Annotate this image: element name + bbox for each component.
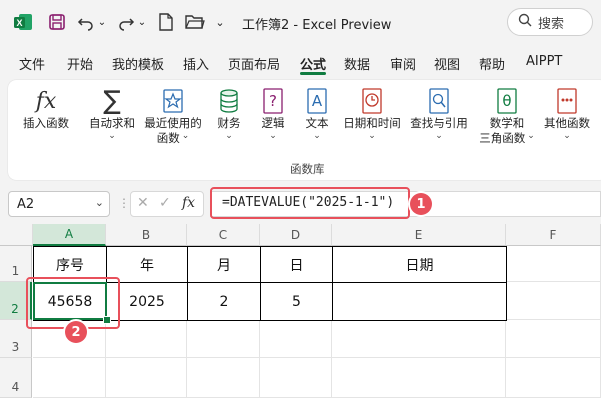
search-label: 搜索 xyxy=(538,16,565,32)
cell-d4[interactable] xyxy=(260,358,332,398)
redo-icon[interactable] xyxy=(116,11,136,33)
insert-function-button[interactable]: fx 插入函数 xyxy=(18,86,74,131)
cell-d3[interactable] xyxy=(260,320,332,358)
text-button[interactable]: A 文本 ⌄ xyxy=(300,86,334,141)
cell-c4[interactable] xyxy=(187,358,260,398)
column-header-f[interactable]: F xyxy=(506,224,601,246)
tab-review[interactable]: 审阅 xyxy=(390,54,416,73)
column-header-b[interactable]: B xyxy=(106,224,187,246)
select-all-corner[interactable] xyxy=(0,224,33,246)
cell-c2[interactable]: 2 xyxy=(187,282,261,321)
more-book-icon xyxy=(553,86,581,116)
active-tab-indicator xyxy=(300,72,326,75)
tab-insert[interactable]: 插入 xyxy=(183,54,209,73)
document-title: 工作簿2 - Excel Preview xyxy=(242,18,392,33)
cell-b4[interactable] xyxy=(106,358,187,398)
cell-e2[interactable] xyxy=(332,282,507,321)
database-icon xyxy=(215,86,243,116)
tab-home[interactable]: 开始 xyxy=(67,54,93,73)
name-box-chevron-icon[interactable]: ⌄ xyxy=(95,196,104,209)
tab-file[interactable]: 文件 xyxy=(19,54,45,73)
clock-book-icon xyxy=(358,86,386,116)
undo-icon[interactable] xyxy=(76,11,96,33)
customize-chevron-icon[interactable]: ⌄ xyxy=(212,11,228,33)
tab-my-templates[interactable]: 我的模板 xyxy=(112,54,164,73)
theta-book-icon: θ xyxy=(493,86,521,116)
cell-d2[interactable]: 5 xyxy=(260,282,333,321)
cell-f3[interactable] xyxy=(506,320,601,358)
cell-f4[interactable] xyxy=(506,358,601,398)
financial-button[interactable]: 财务 ⌄ xyxy=(212,86,246,141)
name-box[interactable]: A2 ⌄ xyxy=(8,191,110,217)
formula-bar-actions: ✕ ✓ fx xyxy=(130,191,204,217)
tab-page-layout[interactable]: 页面布局 xyxy=(228,54,280,73)
cell-e3[interactable] xyxy=(332,320,506,358)
sigma-icon: ∑ xyxy=(103,86,121,116)
column-header-e[interactable]: E xyxy=(332,224,506,246)
cell-e4[interactable] xyxy=(332,358,506,398)
tab-formulas[interactable]: 公式 xyxy=(300,54,326,73)
formulas-ribbon: fx 插入函数 ∑ 自动求和 ⌄ 最近使用的 函数 ⌄ 财务 ⌄ ? 逻辑 ⌄ A… xyxy=(8,80,601,180)
cell-f2[interactable] xyxy=(506,282,601,320)
column-header-c[interactable]: C xyxy=(187,224,260,246)
open-folder-icon[interactable] xyxy=(184,11,206,33)
tab-view[interactable]: 视图 xyxy=(434,54,460,73)
search-box[interactable]: 搜索 xyxy=(507,8,593,36)
recently-used-button[interactable]: 最近使用的 函数 ⌄ xyxy=(142,86,204,146)
cell-c3[interactable] xyxy=(187,320,260,358)
row-header-4[interactable]: 4 xyxy=(0,358,32,398)
undo-chevron-icon[interactable]: ⌄ xyxy=(97,11,107,33)
logical-button[interactable]: ? 逻辑 ⌄ xyxy=(256,86,290,141)
fx-icon: fx xyxy=(35,88,57,114)
cell-f1[interactable] xyxy=(506,246,601,282)
lookup-reference-button[interactable]: 查找与引用 ⌄ xyxy=(408,86,470,141)
title-bar: X ⌄ ⌄ ⌄ 工作簿2 - Excel Preview 搜索 xyxy=(0,0,601,44)
cell-c1-header[interactable]: 月 xyxy=(187,246,261,283)
column-header-a[interactable]: A xyxy=(33,224,106,246)
new-file-icon[interactable] xyxy=(156,11,176,33)
cell-e1-header[interactable]: 日期 xyxy=(332,246,507,283)
callout-1: 1 xyxy=(410,193,432,215)
save-icon[interactable] xyxy=(46,11,68,33)
date-time-button[interactable]: 日期和时间 ⌄ xyxy=(340,86,404,141)
cell-a4[interactable] xyxy=(33,358,106,398)
more-functions-button[interactable]: 其他函数 ⌄ xyxy=(540,86,594,141)
function-library-label: 函数库 xyxy=(290,162,325,176)
tab-data[interactable]: 数据 xyxy=(344,54,370,73)
insert-function-icon[interactable]: fx xyxy=(182,195,195,211)
cancel-icon[interactable]: ✕ xyxy=(137,195,149,211)
tab-help[interactable]: 帮助 xyxy=(479,54,505,73)
tab-aippt[interactable]: AIPPT xyxy=(526,54,562,69)
autosum-button[interactable]: ∑ 自动求和 ⌄ xyxy=(84,86,140,141)
math-trig-button[interactable]: θ 数学和 三角函数 ⌄ xyxy=(476,86,538,146)
text-book-icon: A xyxy=(303,86,331,116)
star-icon xyxy=(159,86,187,116)
redo-chevron-icon[interactable]: ⌄ xyxy=(137,11,147,33)
excel-logo-icon: X xyxy=(12,11,34,33)
svg-text:A: A xyxy=(312,92,323,110)
callout-2: 2 xyxy=(65,321,87,343)
column-header-d[interactable]: D xyxy=(260,224,332,246)
name-box-value: A2 xyxy=(17,196,35,212)
svg-text:?: ? xyxy=(269,92,277,110)
enter-icon[interactable]: ✓ xyxy=(159,195,171,211)
magnifier-book-icon xyxy=(425,86,453,116)
svg-text:θ: θ xyxy=(502,92,511,110)
svg-text:X: X xyxy=(16,18,22,28)
formula-highlight xyxy=(210,187,410,219)
search-icon xyxy=(518,13,532,31)
formula-bar-grip-icon: ⋮ xyxy=(118,196,130,210)
cell-d1-header[interactable]: 日 xyxy=(260,246,333,283)
question-book-icon: ? xyxy=(259,86,287,116)
